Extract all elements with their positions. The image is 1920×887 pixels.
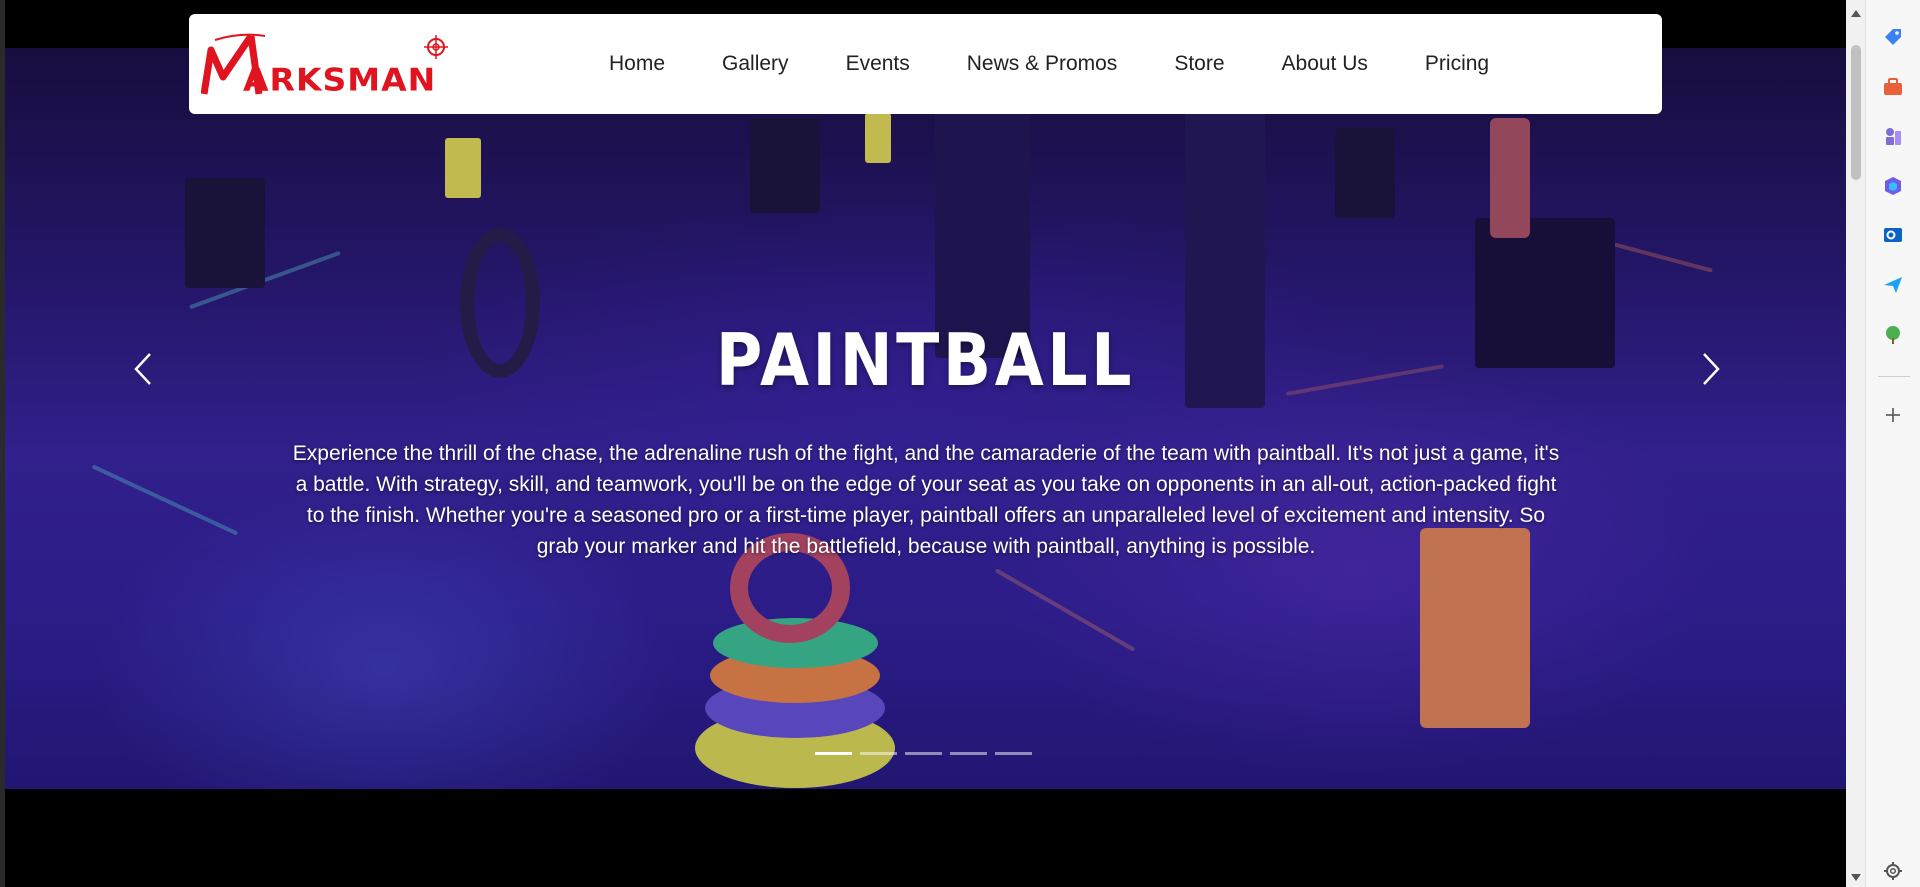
chevron-left-icon <box>134 353 151 385</box>
carousel-indicator-1[interactable] <box>815 752 852 755</box>
tag-icon[interactable] <box>1882 26 1904 48</box>
browser-sidebar <box>1865 0 1920 887</box>
carousel-indicator-4[interactable] <box>950 752 987 755</box>
scrollbar-thumb[interactable] <box>1851 45 1861 180</box>
sidebar-divider <box>1878 376 1910 377</box>
copilot-icon[interactable] <box>1882 175 1904 197</box>
carousel-indicators <box>815 752 1040 755</box>
hero-title: PAINTBALL <box>715 318 1136 402</box>
add-icon[interactable] <box>1882 404 1904 426</box>
navbar: ARKSMAN Home Gallery Events News & Promo… <box>189 14 1662 114</box>
nav-link-home[interactable]: Home <box>609 52 665 76</box>
carousel-indicator-3[interactable] <box>905 752 942 755</box>
nav-link-store[interactable]: Store <box>1174 52 1224 76</box>
marksman-logo[interactable]: ARKSMAN <box>200 32 461 102</box>
nav-link-gallery[interactable]: Gallery <box>722 52 789 76</box>
carousel-indicator-5[interactable] <box>995 752 1032 755</box>
send-icon[interactable] <box>1882 274 1904 296</box>
nav-link-about-us[interactable]: About Us <box>1282 52 1368 76</box>
nav-link-news-promos[interactable]: News & Promos <box>967 52 1118 76</box>
hero-carousel <box>5 48 1846 789</box>
carousel-next-button[interactable] <box>1694 352 1724 386</box>
page-scrollbar[interactable] <box>1846 0 1865 887</box>
main-navigation: Home Gallery Events News & Promos Store … <box>609 14 1546 114</box>
scroll-up-arrow-icon[interactable] <box>1851 10 1861 17</box>
hero-overlay <box>5 48 1846 789</box>
page-viewport: ARKSMAN Home Gallery Events News & Promo… <box>0 0 1846 887</box>
carousel-indicator-2[interactable] <box>860 752 897 755</box>
nav-link-events[interactable]: Events <box>846 52 910 76</box>
settings-icon[interactable] <box>1882 860 1904 882</box>
nav-link-pricing[interactable]: Pricing <box>1425 52 1489 76</box>
briefcase-icon[interactable] <box>1882 76 1904 98</box>
tree-icon[interactable] <box>1882 324 1904 346</box>
scroll-down-arrow-icon[interactable] <box>1851 874 1861 881</box>
outlook-icon[interactable] <box>1882 224 1904 246</box>
chevron-right-icon <box>1703 353 1720 385</box>
logo-text: ARKSMAN <box>243 60 437 99</box>
chess-icon[interactable] <box>1882 125 1904 147</box>
carousel-prev-button[interactable] <box>130 352 160 386</box>
hero-description: Experience the thrill of the chase, the … <box>292 442 1560 558</box>
